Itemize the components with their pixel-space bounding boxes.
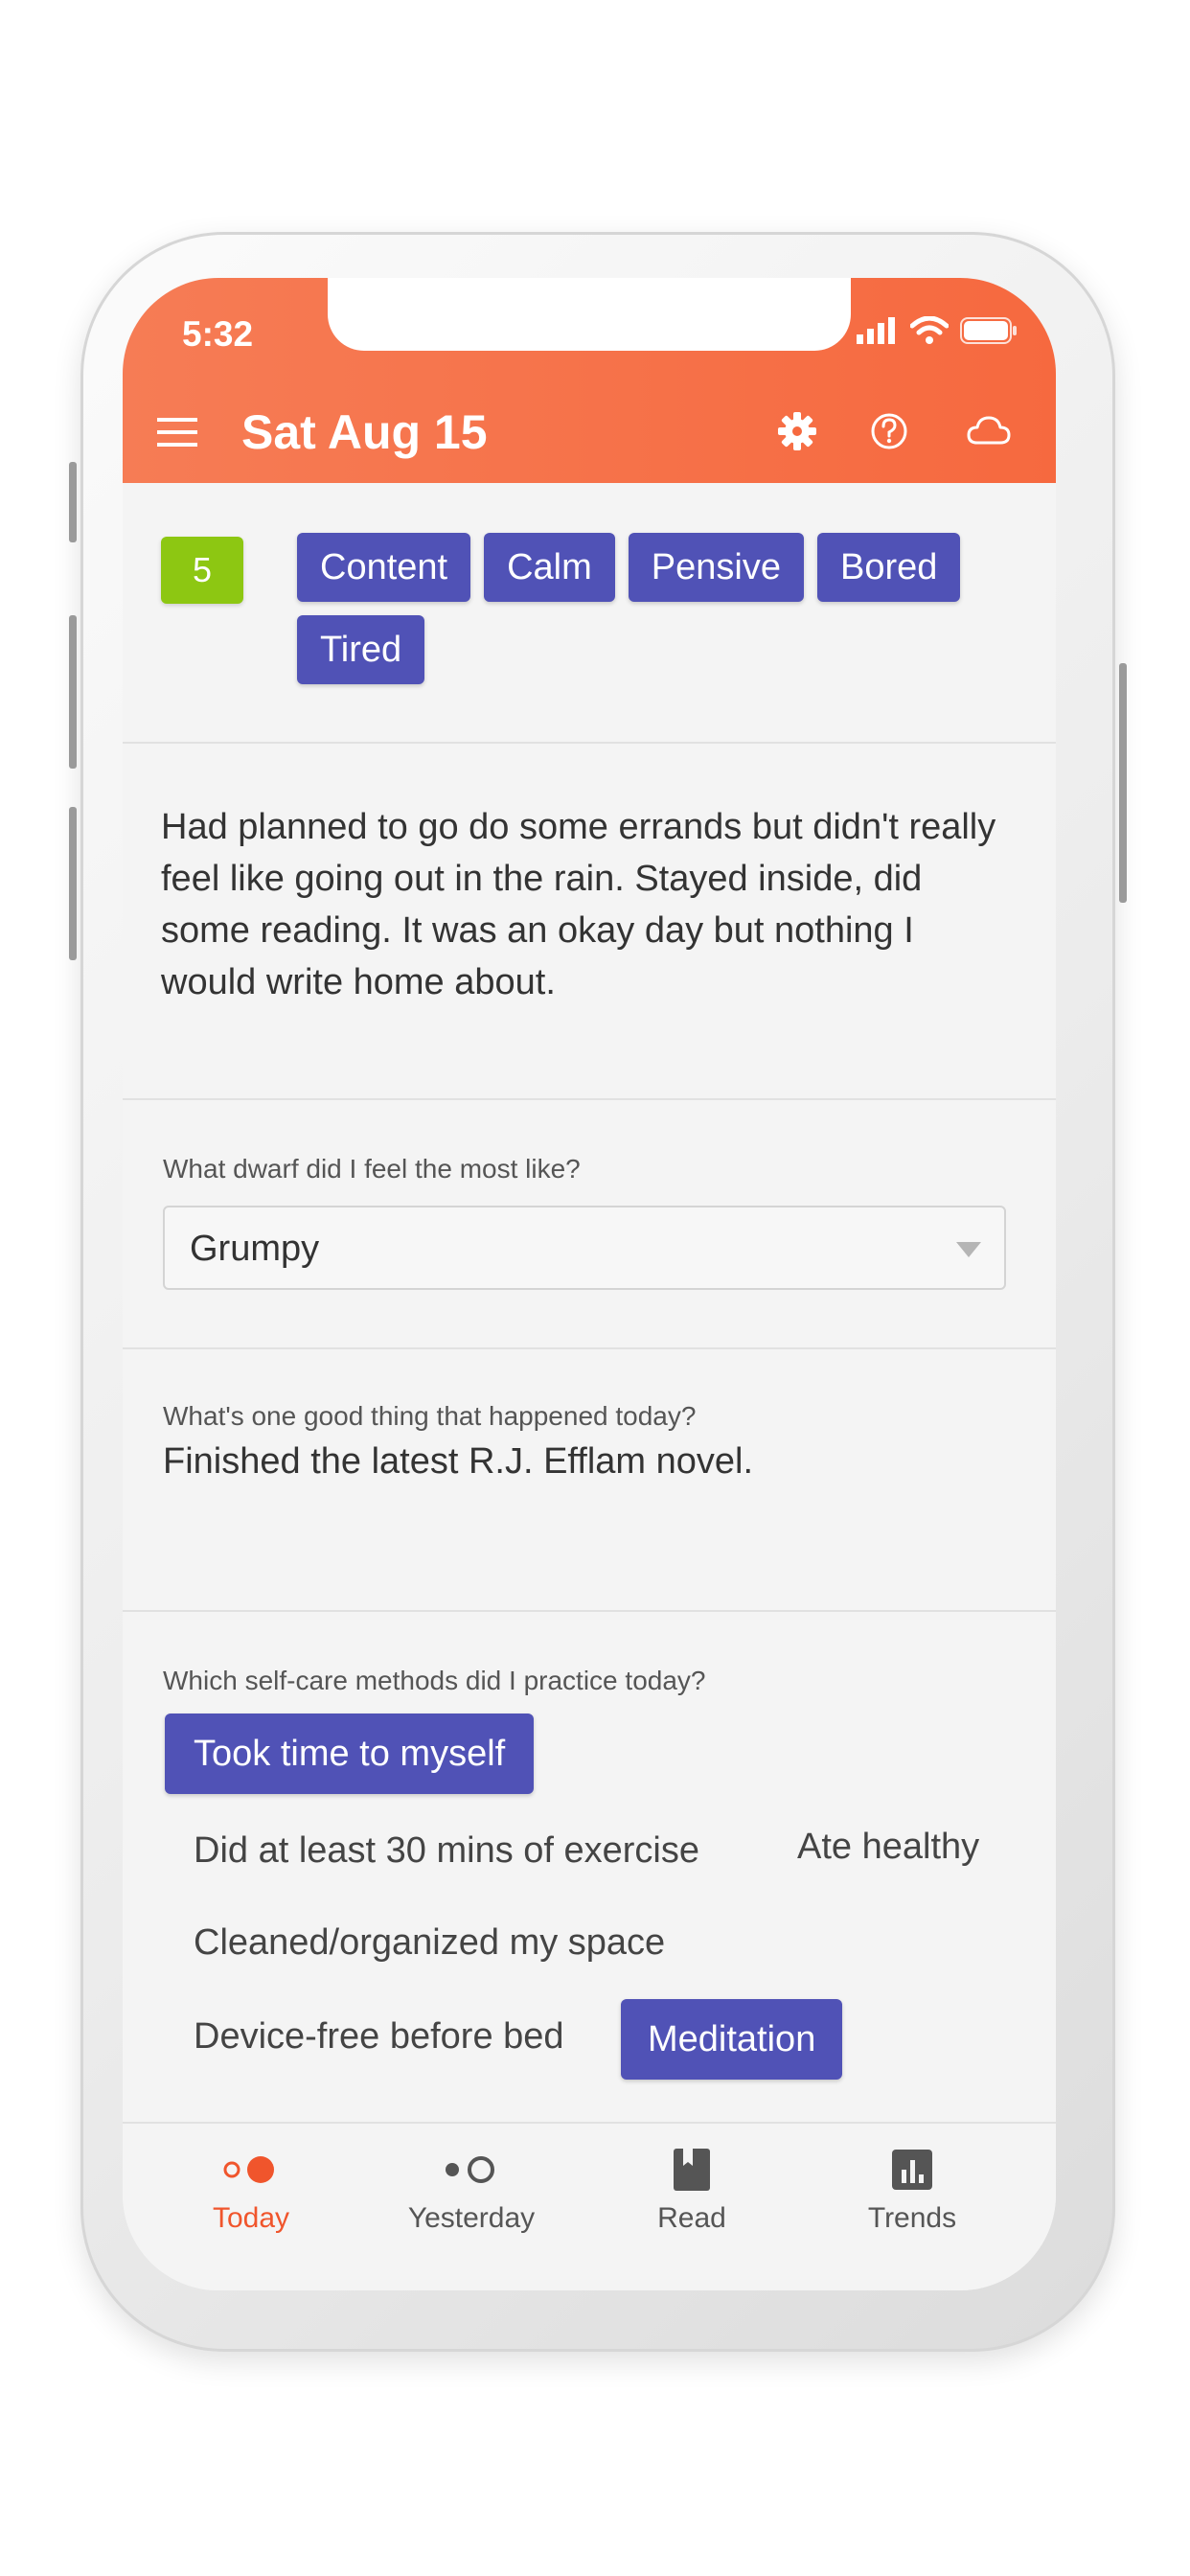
today-dots-icon	[223, 2156, 274, 2183]
mood-tag[interactable]: Bored	[816, 533, 961, 602]
self-care-option[interactable]: Ate healthy	[797, 1827, 979, 1868]
entry-content: 5 Content Calm Pensive Bored Tired Had p…	[123, 483, 1056, 2122]
self-care-section: Which self-care methods did I practice t…	[123, 1612, 1056, 2120]
question-label: What's one good thing that happened toda…	[163, 1401, 697, 1431]
signal-icon	[857, 317, 895, 344]
status-icons	[857, 316, 1018, 345]
mood-tags: Content Calm Pensive Bored Tired	[297, 533, 1025, 684]
good-thing-section: What's one good thing that happened toda…	[123, 1349, 1056, 1612]
app-screen: 5:32 Sat Aug 15 5 Content Calm Pensive B…	[123, 278, 1056, 2290]
power-button	[1119, 663, 1127, 903]
device-notch	[328, 278, 851, 351]
self-care-option[interactable]: Device-free before bed	[194, 2016, 564, 2058]
tab-yesterday[interactable]: Yesterday	[376, 2143, 567, 2235]
mood-tag[interactable]: Content	[297, 533, 471, 602]
hamburger-menu-icon[interactable]	[157, 418, 197, 447]
dwarf-select-value: Grumpy	[190, 1229, 320, 1269]
self-care-option-selected[interactable]: Meditation	[621, 1999, 843, 2080]
self-care-option[interactable]: Did at least 30 mins of exercise	[194, 1830, 699, 1872]
tab-today[interactable]: Today	[155, 2143, 347, 2235]
battery-icon	[960, 317, 1017, 344]
phone-frame: 5:32 Sat Aug 15 5 Content Calm Pensive B…	[69, 232, 1127, 2352]
yesterday-dots-icon	[446, 2156, 494, 2183]
page-title: Sat Aug 15	[241, 405, 488, 459]
tab-trends[interactable]: Trends	[816, 2143, 1008, 2235]
tab-label: Trends	[867, 2202, 957, 2234]
journal-text[interactable]: Had planned to go do some errands but di…	[161, 801, 1004, 1008]
status-time: 5:32	[182, 314, 254, 354]
journal-section: Had planned to go do some errands but di…	[123, 744, 1056, 1100]
wifi-icon	[910, 316, 949, 344]
mood-tag[interactable]: Pensive	[628, 533, 804, 602]
dropdown-arrow-icon	[956, 1242, 981, 1257]
mood-tag[interactable]: Tired	[297, 615, 425, 684]
dwarf-select[interactable]: Grumpy	[163, 1206, 1006, 1290]
question-label: Which self-care methods did I practice t…	[163, 1666, 706, 1695]
mood-tag[interactable]: Calm	[484, 533, 615, 602]
app-header: 5:32 Sat Aug 15	[123, 278, 1056, 483]
tab-label: Read	[657, 2202, 726, 2234]
self-care-option[interactable]: Cleaned/organized my space	[194, 1922, 665, 1964]
dwarf-question-section: What dwarf did I feel the most like? Gru…	[123, 1100, 1056, 1349]
good-thing-answer[interactable]: Finished the latest R.J. Efflam novel.	[163, 1441, 753, 1483]
bottom-tab-bar: Today Yesterday Read Trends	[123, 2122, 1056, 2290]
book-icon	[674, 2149, 710, 2191]
tab-label: Yesterday	[407, 2202, 536, 2234]
tab-label: Today	[212, 2202, 290, 2234]
tab-read[interactable]: Read	[596, 2143, 788, 2235]
mood-score-badge[interactable]: 5	[161, 537, 243, 604]
volume-down-button	[69, 807, 77, 960]
question-label: What dwarf did I feel the most like?	[163, 1154, 581, 1184]
bar-chart-icon	[892, 2150, 932, 2190]
help-circle-icon[interactable]	[868, 410, 910, 452]
self-care-option-selected[interactable]: Took time to myself	[165, 1714, 535, 1794]
cloud-icon[interactable]	[966, 410, 1012, 452]
volume-up-button	[69, 615, 77, 769]
mood-section: 5 Content Calm Pensive Bored Tired	[123, 483, 1056, 744]
mute-switch	[69, 462, 77, 542]
gear-icon[interactable]	[776, 410, 818, 452]
